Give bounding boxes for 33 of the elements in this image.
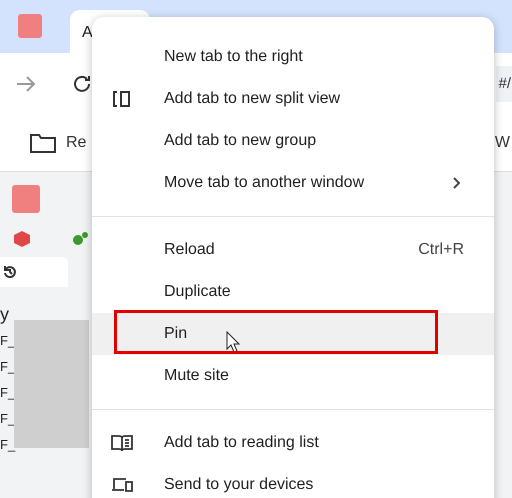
- menu-item[interactable]: Mute site: [92, 355, 494, 397]
- shortcut-label: Ctrl+R: [418, 240, 464, 260]
- chevron-right-icon: [452, 177, 460, 189]
- book-icon: [111, 434, 133, 452]
- reload-icon[interactable]: [72, 74, 92, 94]
- list-row-text: F_: [0, 358, 16, 376]
- app-logo-icon: [12, 185, 40, 213]
- menu-item[interactable]: New tab to the right: [92, 36, 494, 78]
- list-heading: y: [0, 303, 10, 326]
- menu-item[interactable]: Add tab to new split view: [92, 78, 494, 120]
- menu-item[interactable]: Send to your devices: [92, 464, 494, 498]
- bookmark-item[interactable]: Re: [66, 131, 86, 155]
- history-tab[interactable]: [0, 257, 68, 287]
- menu-item[interactable]: Pin: [92, 313, 494, 355]
- devices-icon: [111, 477, 133, 493]
- bookmark-item[interactable]: W: [494, 131, 510, 155]
- list-row-text: F_: [0, 332, 16, 350]
- split-view-icon: [112, 90, 132, 108]
- list-row-text: F_: [0, 384, 16, 402]
- cube-icon[interactable]: [13, 230, 31, 248]
- forward-arrow-icon[interactable]: [16, 76, 36, 92]
- menu-item[interactable]: Reload Ctrl+R: [92, 229, 494, 271]
- menu-item[interactable]: Move tab to another window: [92, 162, 494, 204]
- address-bar[interactable]: #/: [496, 66, 512, 102]
- list-row-text: F_: [0, 436, 16, 454]
- app-logo-icon: [18, 14, 42, 38]
- menu-item[interactable]: Add tab to reading list: [92, 422, 494, 464]
- menu-item[interactable]: Add tab to new group: [92, 120, 494, 162]
- menu-item[interactable]: Duplicate: [92, 271, 494, 313]
- history-icon: [3, 265, 17, 279]
- list-row-text: F_: [0, 410, 16, 428]
- folder-icon: [30, 133, 56, 153]
- mouse-cursor-icon: [226, 331, 240, 353]
